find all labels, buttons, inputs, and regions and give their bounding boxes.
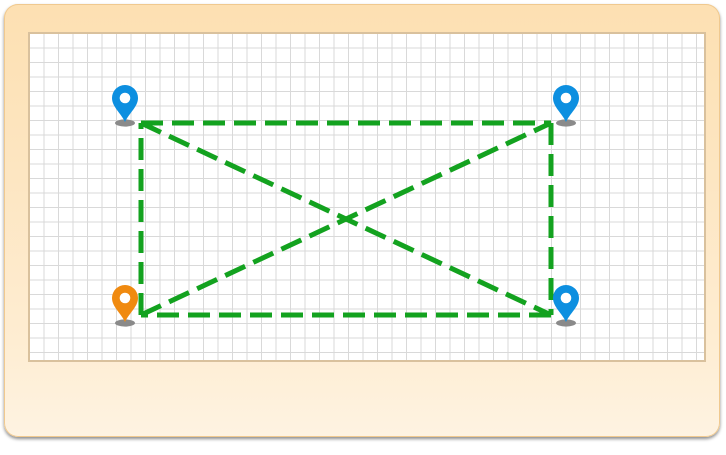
pin-top-right[interactable]	[553, 85, 579, 127]
pin-hole	[560, 292, 572, 304]
rectangle-shape	[138, 120, 554, 318]
game-frame	[4, 4, 720, 437]
pin-bottom-right[interactable]	[553, 285, 579, 327]
map-pin-icon	[553, 285, 579, 322]
map-pin-icon	[553, 85, 579, 122]
pin-bottom-left[interactable]	[112, 285, 138, 327]
grid-board	[28, 32, 706, 362]
pin-hole	[560, 92, 572, 104]
pin-hole	[119, 292, 131, 304]
map-pin-icon	[112, 85, 138, 122]
pin-top-left[interactable]	[112, 85, 138, 127]
drawing-canvas	[112, 85, 579, 327]
map-pin-icon	[112, 285, 138, 322]
pin-hole	[119, 92, 131, 104]
